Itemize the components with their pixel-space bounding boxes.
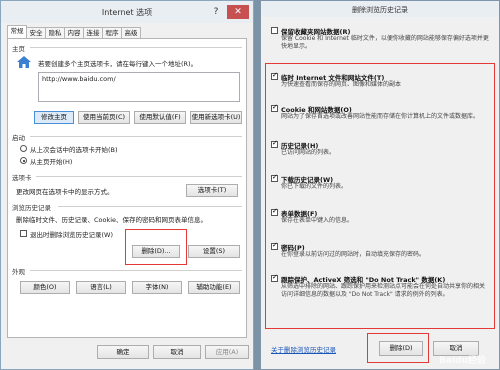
highlight-box xyxy=(367,333,429,363)
divider xyxy=(30,136,242,137)
history-description: 删除临时文件、历史记录、Cookie、保存的密码和网页表单信息。 xyxy=(16,216,208,224)
divider xyxy=(36,176,242,177)
help-button[interactable]: ? xyxy=(209,5,223,19)
history-settings-button[interactable]: 设置(S) xyxy=(188,245,240,258)
home-icon xyxy=(16,55,32,69)
languages-button[interactable]: 语言(L) xyxy=(76,281,126,294)
use-current-button[interactable]: 使用当前页(C) xyxy=(78,111,130,124)
dialog-title: 删除浏览历史记录 xyxy=(352,6,408,14)
homepage-section-label: 主页 xyxy=(12,45,25,53)
history-checkbox[interactable] xyxy=(271,139,278,148)
watermark: Baidu经验 xyxy=(439,356,486,366)
option-description: 从筛选中排除的网站、跟踪保护用来检测站点可能会在何处自动共享你的相关访问详细信息… xyxy=(281,283,486,298)
startup-homepage-label: 从主页开始(H) xyxy=(30,158,73,166)
tabs-section-label: 选项卡 xyxy=(12,174,32,182)
option-description: 已访问网站的列表。 xyxy=(281,149,336,156)
history-section-label: 浏览历史记录 xyxy=(12,204,51,212)
cookies-checkbox[interactable] xyxy=(271,103,278,112)
startup-section-label: 启动 xyxy=(12,134,25,142)
appearance-section-label: 外观 xyxy=(12,268,25,276)
option-description: 保存在表单中键入的信息。 xyxy=(281,217,354,224)
divider xyxy=(30,270,242,271)
internet-options-dialog: Internet 选项 ? ✕ 常规 安全 隐私 内容 连接 程序 高级 主页 … xyxy=(0,0,254,370)
option-description: 你已下载的文件的列表。 xyxy=(281,183,348,190)
ok-button[interactable]: 确定 xyxy=(97,345,149,359)
divider xyxy=(58,206,242,207)
download-history-checkbox[interactable] xyxy=(271,173,278,182)
tabs-description: 更改网页在选项卡中的显示方式。 xyxy=(16,188,114,196)
tab-general[interactable]: 常规 xyxy=(7,25,27,39)
general-panel: 主页 若要创建多个主页选项卡，请在每行键入一个地址(R)。 http://www… xyxy=(7,38,247,338)
tracking-protection-checkbox[interactable] xyxy=(271,273,278,282)
startup-last-session-radio[interactable] xyxy=(20,145,27,152)
passwords-checkbox[interactable] xyxy=(271,241,278,250)
startup-last-session-label: 从上次会话中的选项卡开始(B) xyxy=(30,146,118,154)
option-description: 网站为了保存首选项或改善网站性能而存储在你计算机上的文件或数据库。 xyxy=(281,113,480,120)
startup-homepage-radio[interactable] xyxy=(20,157,27,164)
apply-button[interactable]: 应用(A) xyxy=(205,345,249,359)
option-description: 为快速查看而保存的网页、图像和媒体的副本 xyxy=(281,81,402,88)
delete-on-exit-checkbox[interactable] xyxy=(20,230,27,237)
temp-files-checkbox[interactable] xyxy=(271,71,278,80)
delete-on-exit-label: 退出时删除浏览历史记录(W) xyxy=(30,231,113,239)
use-default-button[interactable]: 使用默认值(F) xyxy=(134,111,186,124)
close-button[interactable]: ✕ xyxy=(227,5,249,19)
about-delete-history-link[interactable]: 关于删除浏览历史记录 xyxy=(271,344,336,354)
option-description: 在你登录以前访问过的网站时，自动填充保存的密码。 xyxy=(281,251,426,258)
accessibility-button[interactable]: 辅助功能(E) xyxy=(188,281,240,294)
fonts-button[interactable]: 字体(N) xyxy=(132,281,182,294)
homepage-url-value: http://www.baidu.com/ xyxy=(42,75,116,83)
form-data-checkbox[interactable] xyxy=(271,207,278,216)
divider xyxy=(30,47,242,48)
highlight-box xyxy=(125,229,187,265)
homepage-url-textarea[interactable]: http://www.baidu.com/ xyxy=(38,72,240,102)
use-new-tab-button[interactable]: 使用新选项卡(U) xyxy=(190,111,242,124)
preserve-favorites-checkbox[interactable] xyxy=(271,27,278,34)
option-description: 保留 Cookie 和 Internet 临时文件，以便你收藏的网站能够保存偏好… xyxy=(281,35,489,50)
tabs-settings-button[interactable]: 选项卡(T) xyxy=(186,184,238,197)
cancel-button[interactable]: 取消 xyxy=(153,345,201,359)
colors-button[interactable]: 颜色(O) xyxy=(20,281,70,294)
edit-homepage-button[interactable]: 修改主页 xyxy=(34,111,74,124)
homepage-description: 若要创建多个主页选项卡，请在每行键入一个地址(R)。 xyxy=(38,60,198,68)
delete-history-dialog: 删除浏览历史记录 保留收藏夹网站数据(R) 保留 Cookie 和 Intern… xyxy=(260,0,500,370)
